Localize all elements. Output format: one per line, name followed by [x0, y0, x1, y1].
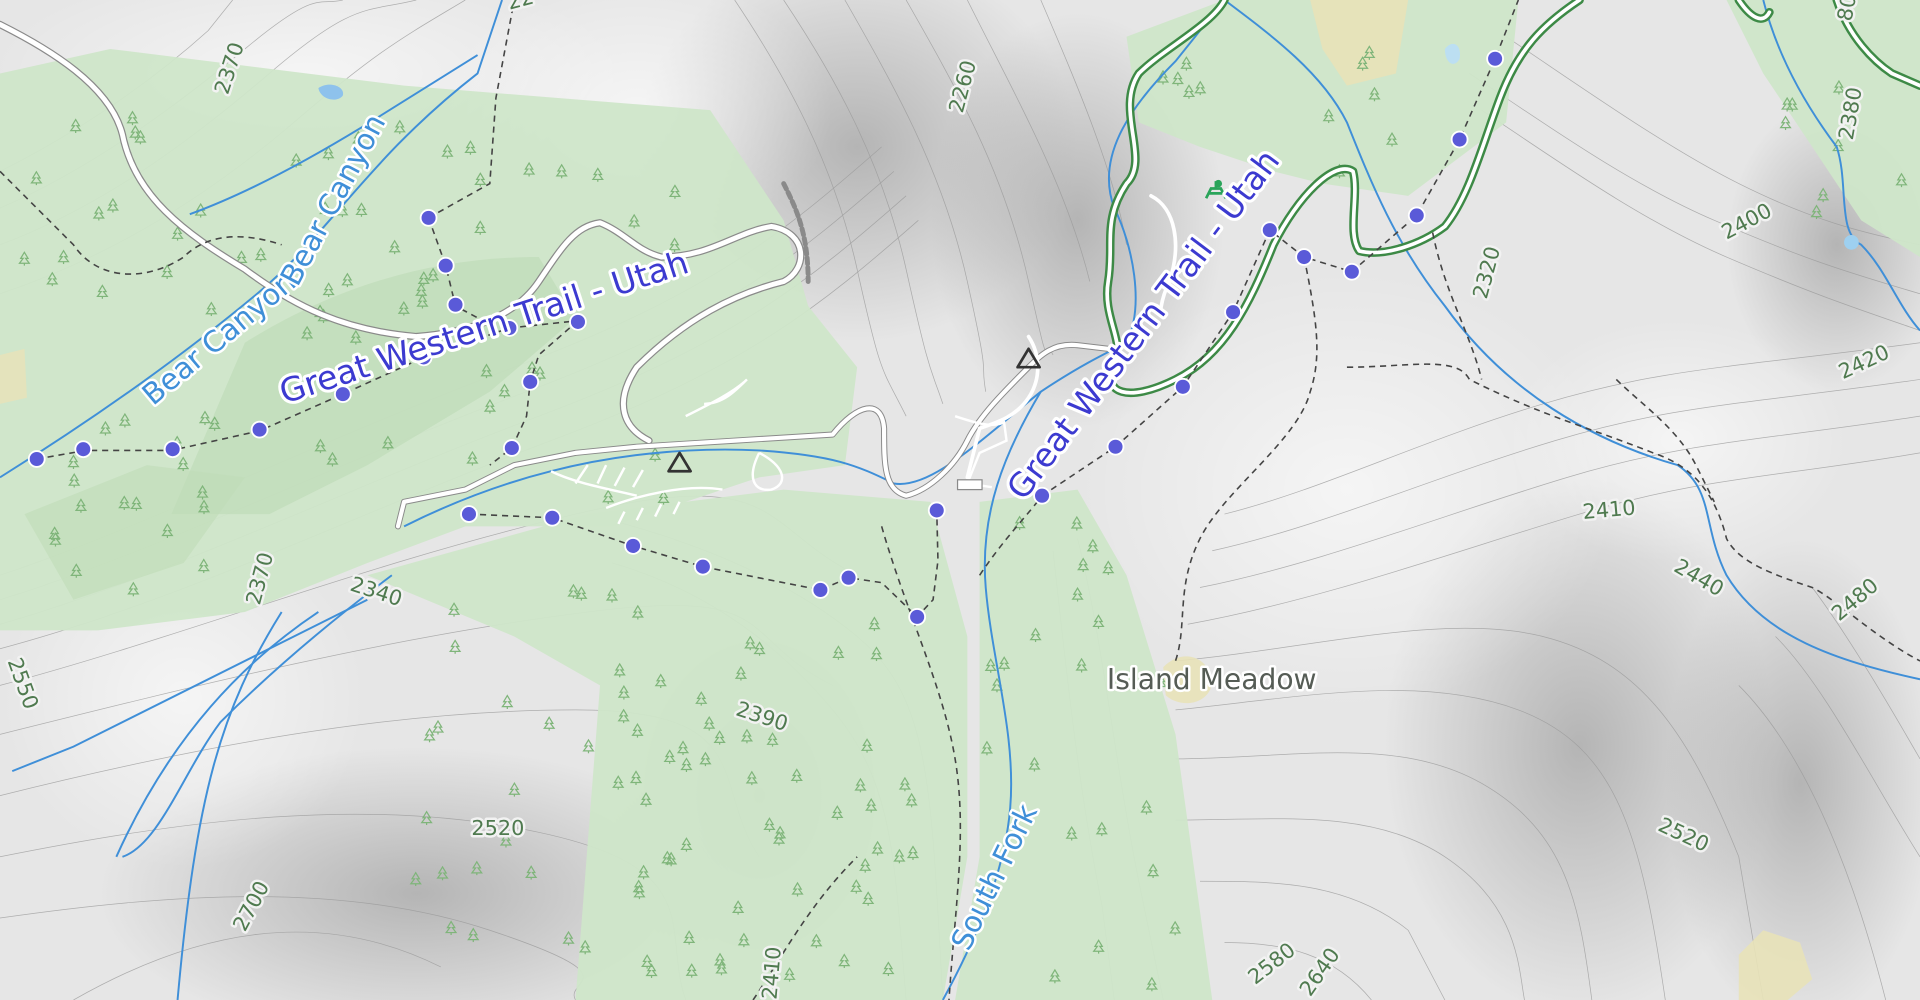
trail-marker[interactable]: [163, 440, 182, 459]
contour-label: 2520: [471, 816, 524, 840]
contour-label: 2410: [1582, 495, 1637, 524]
trail-marker[interactable]: [908, 608, 927, 626]
trail-marker[interactable]: [502, 439, 521, 457]
trail-marker[interactable]: [1295, 248, 1313, 266]
trail-marker[interactable]: [74, 440, 93, 459]
trail-marker[interactable]: [624, 537, 642, 555]
trail-marker[interactable]: [839, 568, 858, 587]
pond-3: [1844, 235, 1859, 250]
contour-label: 80: [1833, 0, 1861, 23]
trail-marker[interactable]: [419, 208, 438, 227]
trail-marker[interactable]: [927, 501, 946, 520]
trail-marker[interactable]: [1260, 221, 1279, 239]
trail-marker[interactable]: [250, 420, 269, 439]
trail-marker[interactable]: [1486, 49, 1504, 68]
trail-marker[interactable]: [1342, 262, 1361, 281]
trail-marker[interactable]: [693, 557, 712, 576]
trail-marker[interactable]: [460, 505, 478, 523]
island-meadow-label: Island Meadow: [1107, 663, 1317, 696]
trail-marker[interactable]: [446, 295, 465, 314]
trail-marker[interactable]: [1224, 303, 1242, 321]
map-view[interactable]: Bear Canyon Bear Canyon Great Western Tr…: [0, 0, 1920, 1000]
trail-marker[interactable]: [521, 373, 540, 391]
pavilion: [956, 479, 983, 491]
contour-label: 2410: [757, 946, 786, 1000]
trail-marker[interactable]: [543, 508, 562, 527]
trail-marker[interactable]: [436, 256, 455, 275]
trail-marker[interactable]: [1407, 206, 1426, 225]
trail-marker[interactable]: [27, 450, 46, 468]
trail-marker[interactable]: [1106, 437, 1125, 456]
trail-marker[interactable]: [1173, 377, 1192, 396]
map-canvas[interactable]: Bear Canyon Bear Canyon Great Western Tr…: [0, 0, 1920, 1000]
trail-marker[interactable]: [811, 581, 830, 599]
trail-marker[interactable]: [1450, 130, 1469, 149]
